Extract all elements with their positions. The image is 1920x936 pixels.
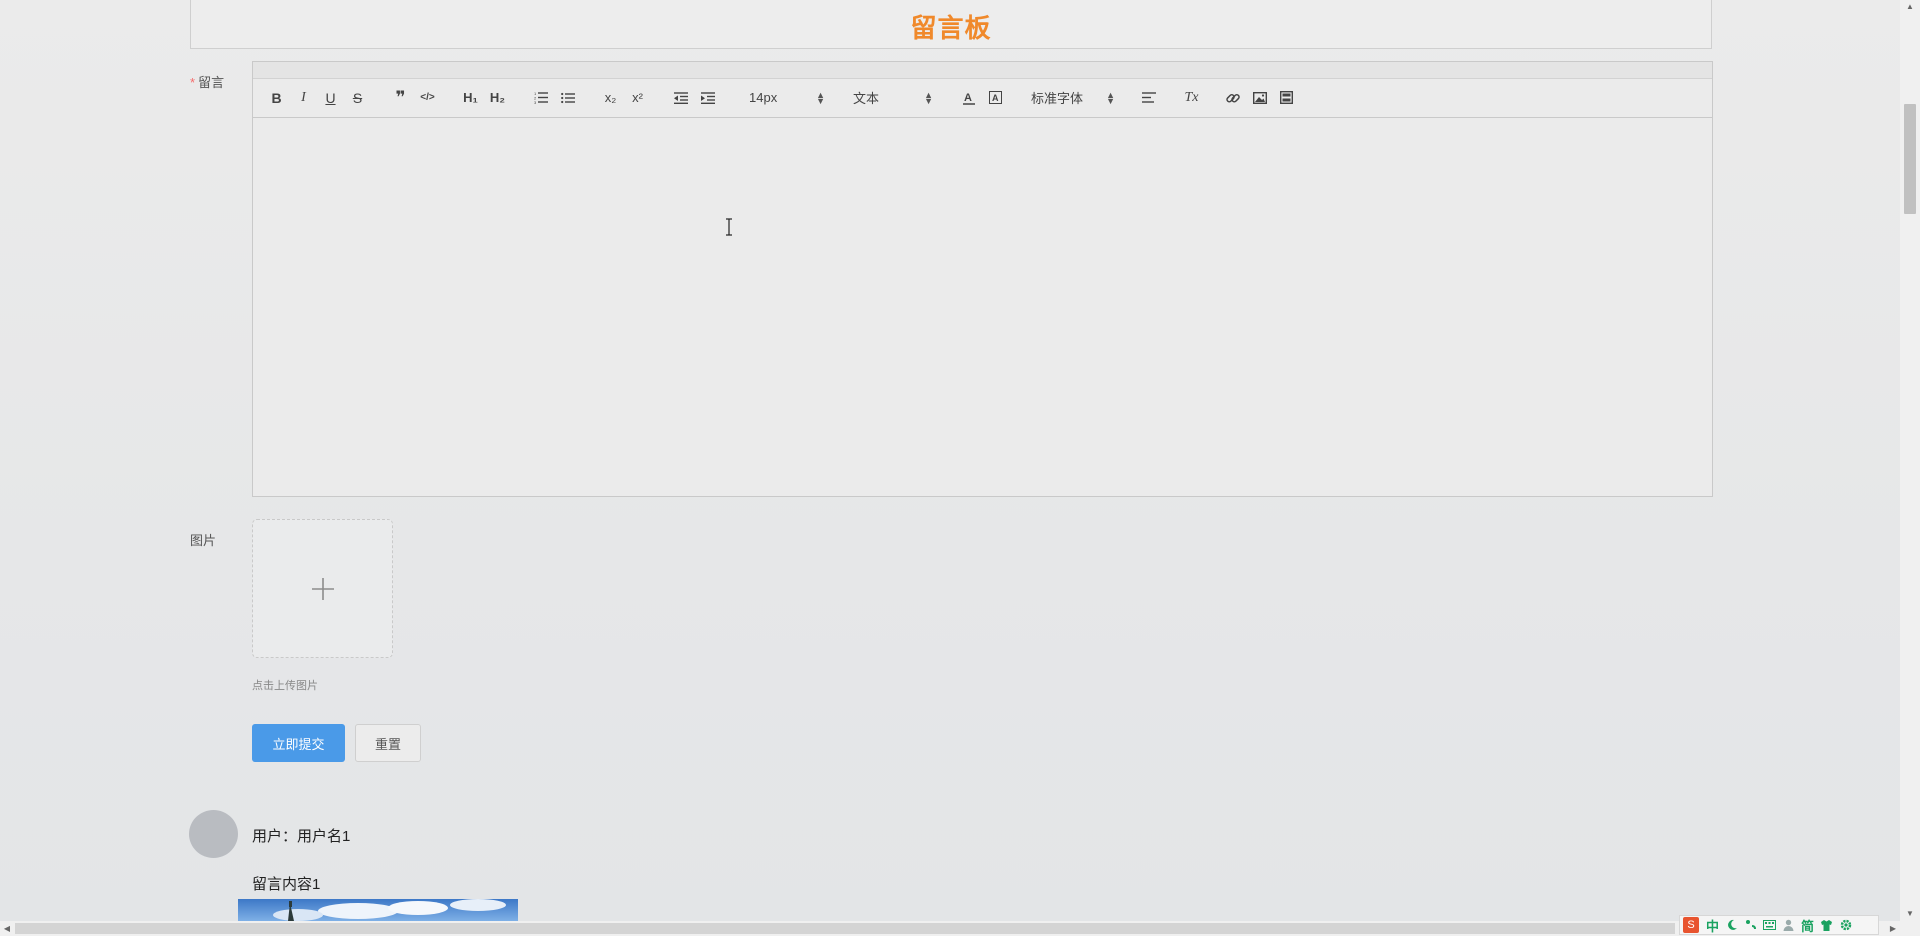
font-size-select[interactable]: 14px ▲ ▼ — [745, 85, 829, 111]
settings-icon[interactable] — [1836, 917, 1855, 933]
keyboard-icon[interactable] — [1760, 917, 1779, 933]
ime-mode-toggle[interactable]: 中 — [1703, 917, 1722, 934]
comment-user: 用户：用户名1 — [252, 828, 351, 845]
header-panel: 留言板 — [190, 0, 1712, 49]
comment-image — [238, 899, 518, 921]
header-format-select[interactable]: 文本 ▲ ▼ — [849, 85, 937, 111]
plus-icon — [311, 577, 334, 600]
editor-toolbar: B I U S ❞ </> H₁ H₂ 123 x₂ x² 14px ▲ ▼ 文… — [253, 78, 1712, 118]
font-family-value: 标准字体 — [1031, 91, 1084, 106]
submit-button[interactable]: 立即提交 — [252, 724, 345, 762]
editor-top-strip — [253, 62, 1712, 79]
vertical-scrollbar[interactable]: ▲ ▼ — [1900, 0, 1920, 921]
link-button[interactable] — [1219, 85, 1246, 111]
ime-toolbar: S 中 简 — [1679, 915, 1879, 935]
background-color-icon: A — [989, 91, 1002, 104]
message-label: 留言 — [198, 75, 225, 90]
strike-button[interactable]: S — [344, 85, 371, 111]
link-icon — [1225, 91, 1240, 105]
text-cursor-icon — [726, 218, 732, 236]
h2-button[interactable]: H₂ — [484, 85, 511, 111]
editor-content-area[interactable] — [253, 118, 1712, 496]
scroll-down-icon[interactable]: ▼ — [1900, 907, 1920, 921]
select-arrows-icon: ▲ ▼ — [816, 89, 825, 106]
header-format-value: 文本 — [853, 91, 880, 106]
svg-text:3: 3 — [534, 100, 537, 104]
rich-text-editor: B I U S ❞ </> H₁ H₂ 123 x₂ x² 14px ▲ ▼ 文… — [252, 61, 1713, 497]
image-label: 图片 — [190, 533, 217, 548]
moon-icon[interactable] — [1722, 917, 1741, 933]
scrollbar-corner — [1900, 921, 1920, 936]
select-arrows-icon: ▲ ▼ — [924, 89, 933, 106]
code-button[interactable]: </> — [414, 85, 441, 111]
scroll-right-icon[interactable]: ▶ — [1886, 921, 1900, 936]
horizontal-scroll-thumb[interactable] — [15, 923, 1675, 934]
bold-button[interactable]: B — [263, 85, 290, 111]
svg-text:A: A — [964, 92, 972, 104]
ordered-list-icon: 123 — [534, 91, 548, 104]
upload-tip: 点击上传图片 — [252, 680, 318, 692]
required-mark: * — [190, 75, 196, 90]
svg-text:A: A — [992, 93, 999, 103]
video-button[interactable] — [1273, 85, 1300, 111]
align-left-icon — [1141, 92, 1156, 103]
clean-format-button[interactable]: Tx — [1178, 85, 1205, 111]
outdent-button[interactable] — [667, 85, 694, 111]
select-arrows-icon: ▲ ▼ — [1106, 89, 1115, 106]
punctuation-icon[interactable] — [1741, 917, 1760, 933]
ordered-list-button[interactable]: 123 — [527, 85, 554, 111]
reset-button[interactable]: 重置 — [355, 724, 421, 762]
align-button[interactable] — [1135, 85, 1162, 111]
skin-icon[interactable] — [1817, 917, 1836, 933]
underline-button[interactable]: U — [317, 85, 344, 111]
outdent-icon — [673, 91, 688, 104]
image-button[interactable] — [1246, 85, 1273, 111]
scroll-left-icon[interactable]: ◀ — [0, 921, 14, 936]
scroll-up-icon[interactable]: ▲ — [1900, 0, 1920, 14]
ime-logo-icon[interactable]: S — [1683, 917, 1699, 933]
indent-button[interactable] — [694, 85, 721, 111]
font-size-value: 14px — [749, 90, 778, 105]
superscript-button[interactable]: x² — [624, 85, 651, 111]
subscript-button[interactable]: x₂ — [597, 85, 624, 111]
ime-charset-toggle[interactable]: 简 — [1798, 917, 1817, 934]
h1-button[interactable]: H₁ — [457, 85, 484, 111]
background-color-button[interactable]: A — [982, 85, 1009, 111]
message-label-wrap: * 留言 — [190, 72, 224, 91]
horizontal-scrollbar[interactable]: ◀ ▶ — [0, 921, 1900, 936]
comment-content: 留言内容1 — [252, 876, 321, 893]
avatar — [189, 810, 238, 858]
user-icon[interactable] — [1779, 917, 1798, 933]
bullet-list-button[interactable] — [554, 85, 581, 111]
page-title: 留言板 — [910, 13, 992, 43]
italic-button[interactable]: I — [290, 85, 317, 111]
bullet-list-icon — [560, 92, 575, 104]
text-color-icon: A — [962, 91, 975, 105]
font-family-select[interactable]: 标准字体 ▲ ▼ — [1027, 85, 1119, 111]
blockquote-button[interactable]: ❞ — [387, 85, 414, 111]
text-color-button[interactable]: A — [955, 85, 982, 111]
image-upload-button[interactable] — [252, 519, 393, 658]
image-icon — [1252, 91, 1267, 104]
vertical-scroll-thumb[interactable] — [1904, 104, 1916, 214]
indent-icon — [700, 91, 715, 104]
video-icon — [1280, 91, 1293, 104]
